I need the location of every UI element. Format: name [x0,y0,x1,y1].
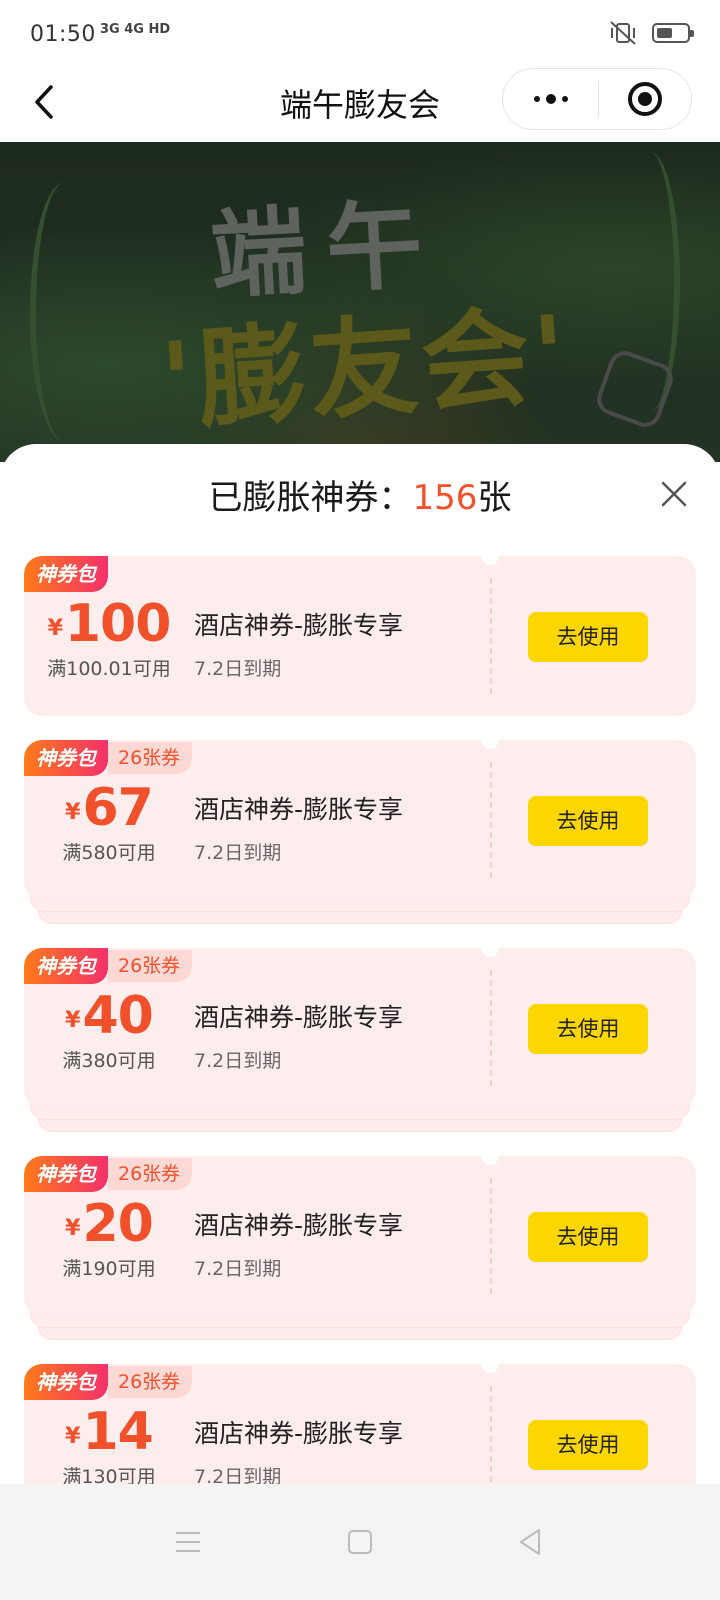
use-coupon-button[interactable]: 去使用 [528,612,648,662]
coupon-tag: 神券包 [24,556,108,592]
coupon-amount: ¥100 [47,594,172,654]
coupon-name: 酒店神券-膨胀专享 [194,1211,404,1240]
coupon-tag: 神券包 26张券 [24,948,193,984]
close-icon [661,481,687,507]
coupon-amount: ¥20 [65,1194,154,1254]
coupon-card: 神券包 26张券 ¥14 满130可用 酒店神券-膨胀专享 7.2日到期 去使用 [24,1364,696,1484]
coupon-count-badge: 26张券 [108,1366,193,1398]
coupon-total-count: 156 [412,478,478,518]
use-coupon-button[interactable]: 去使用 [528,1212,648,1262]
square-icon [348,1530,372,1554]
coupon-pack-label: 神券包 [24,740,108,776]
coupon-name: 酒店神券-膨胀专享 [194,1419,404,1448]
miniprogram-capsule [502,68,692,130]
use-coupon-button[interactable]: 去使用 [528,796,648,846]
coupon-pack-label: 神券包 [24,948,108,984]
battery-icon [652,23,694,43]
coupon-pack-label: 神券包 [24,1364,108,1400]
coupon-tag: 神券包 26张券 [24,1364,193,1400]
coupon-tag: 神券包 26张券 [24,1156,193,1192]
coupon-expiry: 7.2日到期 [194,1258,282,1280]
network-indicator: 3G 4G HD [100,22,171,37]
close-button[interactable] [658,478,690,510]
nav-back-button[interactable] [508,1520,552,1564]
status-bar: 01:50 3G 4G HD [0,0,720,66]
triangle-back-icon [520,1529,540,1555]
coupon-count-badge: 26张券 [108,1158,193,1190]
coupon-name: 酒店神券-膨胀专享 [194,795,404,824]
coupon-card: 神券包 26张券 ¥67 满580可用 酒店神券-膨胀专享 7.2日到期 去使用 [24,740,696,924]
status-time: 01:50 [30,22,96,47]
coupon-condition: 满100.01可用 [47,658,171,680]
coupon-condition: 满380可用 [62,1050,156,1072]
nav-menu-button[interactable] [166,1520,210,1564]
nav-header: 端午膨友会 [0,66,720,142]
use-coupon-button[interactable]: 去使用 [528,1004,648,1054]
coupon-condition: 满580可用 [62,842,156,864]
coupon-name: 酒店神券-膨胀专享 [194,1003,404,1032]
mute-vibrate-icon [610,21,636,45]
status-icons [608,20,694,46]
coupon-sheet: 已膨胀神券：156张 神券包 ¥100 满100.01可用 酒店神券-膨胀专享 … [0,444,720,1484]
coupon-card: 神券包 26张券 ¥40 满380可用 酒店神券-膨胀专享 7.2日到期 去使用 [24,948,696,1132]
banner-title-line2: '膨友会' [156,292,575,447]
coupon-amount: ¥67 [65,778,154,838]
system-nav-bar [0,1484,720,1600]
coupon-pack-label: 神券包 [24,556,108,592]
coupon-pack-label: 神券包 [24,1156,108,1192]
coupon-amount: ¥14 [65,1402,154,1462]
coupon-expiry: 7.2日到期 [194,842,282,864]
more-dots-icon [533,96,540,102]
coupon-name: 酒店神券-膨胀专享 [194,611,404,640]
coupon-card: 神券包 ¥100 满100.01可用 酒店神券-膨胀专享 7.2日到期 去使用 [24,556,696,716]
close-miniprogram-button[interactable] [599,69,691,129]
coupon-count-badge: 26张券 [108,742,193,774]
nav-home-button[interactable] [338,1520,382,1564]
coupon-expiry: 7.2日到期 [194,1466,282,1484]
sheet-title: 已膨胀神券：156张 [208,478,512,518]
coupon-expiry: 7.2日到期 [194,658,282,680]
coupon-condition: 满190可用 [62,1258,156,1280]
coupon-card: 神券包 26张券 ¥20 满190可用 酒店神券-膨胀专享 7.2日到期 去使用 [24,1156,696,1340]
coupon-expiry: 7.2日到期 [194,1050,282,1072]
coupon-count-badge: 26张券 [108,950,193,982]
use-coupon-button[interactable]: 去使用 [528,1420,648,1470]
coupon-tag: 神券包 26张券 [24,740,193,776]
coupon-condition: 满130可用 [62,1466,156,1484]
event-banner: 端午 '膨友会' [0,142,720,462]
coupon-amount: ¥40 [65,986,154,1046]
more-button[interactable] [503,69,598,129]
menu-icon [176,1532,200,1552]
target-icon [628,82,662,116]
